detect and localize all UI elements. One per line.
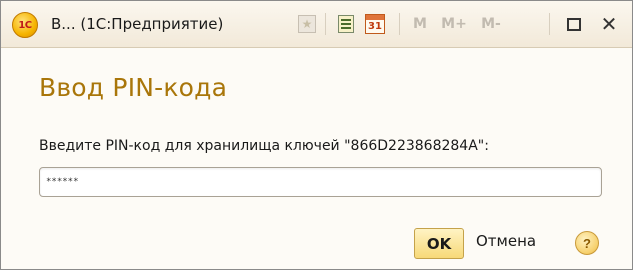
memory-minus-button[interactable]: M- <box>477 12 505 36</box>
toolbar-separator <box>325 13 326 35</box>
pin-prompt-label: Введите PIN-код для хранилища ключей "86… <box>39 138 489 154</box>
title-bar[interactable]: 1C В... (1С:Предприятие) ★ 31 M M+ M- ✕ <box>1 1 632 48</box>
toolbar-separator <box>399 13 400 35</box>
maximize-button[interactable] <box>562 12 586 36</box>
calculator-button[interactable] <box>335 12 357 36</box>
calendar-button[interactable]: 31 <box>363 12 387 36</box>
calendar-icon: 31 <box>365 14 385 34</box>
window-title: В... (1С:Предприятие) <box>51 15 224 33</box>
cancel-button[interactable]: Отмена <box>476 232 536 250</box>
calculator-icon <box>338 15 354 33</box>
close-button[interactable]: ✕ <box>597 12 621 36</box>
favorite-button[interactable]: ★ <box>296 12 318 36</box>
app-logo-text: 1C <box>18 19 32 31</box>
help-button[interactable]: ? <box>575 231 599 255</box>
toolbar-separator <box>549 13 550 35</box>
dialog-window: 1C В... (1С:Предприятие) ★ 31 M M+ M- ✕ … <box>0 0 633 270</box>
pin-input[interactable] <box>39 167 602 197</box>
ok-button[interactable]: OK <box>414 228 464 259</box>
app-logo-icon[interactable]: 1C <box>12 12 38 38</box>
star-icon: ★ <box>298 15 316 33</box>
memory-button[interactable]: M <box>411 12 429 36</box>
memory-plus-button[interactable]: M+ <box>439 12 469 36</box>
calendar-day: 31 <box>368 21 382 32</box>
dialog-heading: Ввод PIN-кода <box>39 73 228 102</box>
maximize-icon <box>567 17 581 31</box>
